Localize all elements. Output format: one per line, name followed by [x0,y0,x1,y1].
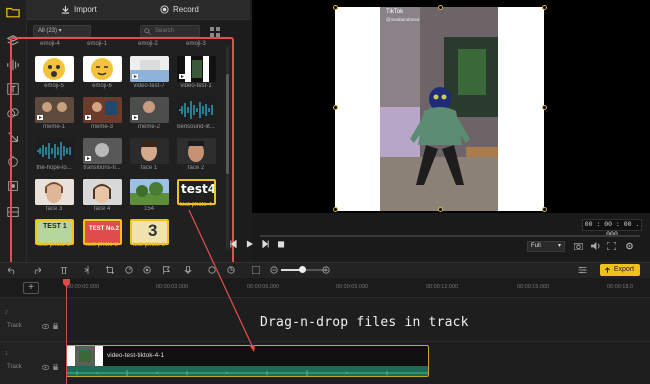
annotation-text: Drag-n-drop files in track [260,315,469,330]
video-editor-window: Import Record All (23) ▾ Search emoji-4 … [0,0,650,384]
